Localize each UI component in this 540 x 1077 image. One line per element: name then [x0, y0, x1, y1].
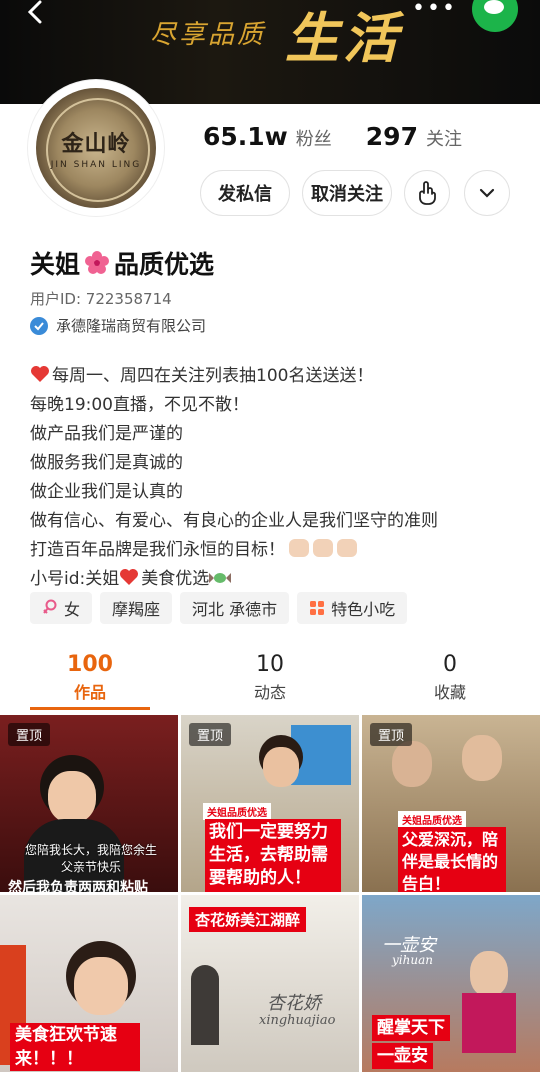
- video-title: 杏花娇美江湖醉: [189, 907, 307, 932]
- flower-emoji-icon: [85, 251, 110, 274]
- person-face-shape: [74, 957, 128, 1015]
- candy-emoji-icon: [209, 573, 232, 583]
- active-tab-indicator: [30, 707, 150, 710]
- following-count[interactable]: 297: [366, 122, 418, 151]
- video-caption: 美食狂欢节速来！！！: [10, 1023, 140, 1071]
- video-thumbnail[interactable]: 置顶 关姐品质优选 我们一定要努力生活，去帮助需要帮助的人！: [181, 715, 359, 892]
- verified-check-icon: [30, 316, 48, 335]
- bio-line: 打造百年品牌是我们永恒的目标！: [30, 536, 520, 565]
- pinned-badge: 置顶: [370, 723, 413, 746]
- pinned-badge: 置顶: [8, 723, 51, 746]
- profile-name-prefix: 关姐: [30, 250, 81, 279]
- bio-line: 做服务我们是真诚的: [30, 453, 183, 473]
- company-name: 承德隆瑞商贸有限公司: [56, 317, 207, 335]
- logo-subtext: yihuan: [392, 953, 433, 967]
- fist-emoji-icon: [337, 539, 357, 557]
- bio-line: 小号id:关姐 美食优选: [30, 565, 520, 594]
- video-thumbnail[interactable]: 杏花娇美江湖醉 杏花娇 xinghuajiao: [181, 895, 359, 1072]
- user-id[interactable]: 用户ID: 722358714: [30, 288, 172, 309]
- touch-gesture-button[interactable]: [404, 170, 450, 216]
- video-caption: 然后我负责两两和粘贴: [8, 880, 148, 892]
- heart-icon: [31, 366, 49, 382]
- video-thumbnail[interactable]: 美食狂欢节速来！！！: [0, 895, 178, 1072]
- tab-label: 收藏: [433, 683, 466, 702]
- banner-slogan: 尽享品质: [150, 20, 267, 50]
- tab-moments[interactable]: 10 动态: [210, 652, 330, 703]
- pointer-hand-icon: [419, 181, 436, 205]
- fist-emoji-icon: [289, 539, 309, 557]
- tab-count: 10: [256, 652, 284, 677]
- tab-count: 0: [443, 652, 457, 677]
- profile-card: 金山岭 JIN SHAN LING 65.1w 粉丝 297 关注 发私信 取消…: [0, 80, 540, 1077]
- calligraphy-text: 杏花娇: [267, 993, 321, 1014]
- tab-works[interactable]: 100 作品: [30, 652, 150, 703]
- profile-name-suffix: 品质优选: [114, 250, 215, 279]
- profile-tabs: 100 作品 10 动态 0 收藏: [0, 652, 540, 712]
- tag-category: 特色小吃: [297, 592, 408, 624]
- tag-location: 河北 承德市: [180, 592, 290, 624]
- avatar[interactable]: 金山岭 JIN SHAN LING: [28, 80, 164, 216]
- video-caption: 父爱深沉，陪伴是最长情的告白！: [398, 827, 506, 892]
- followers-label[interactable]: 粉丝: [296, 125, 332, 151]
- bio-line: 做产品我们是严谨的: [30, 424, 183, 444]
- bio-line: 做有信心、有爱心、有良心的企业人是我们坚守的准则: [30, 511, 438, 531]
- person-body-shape: [191, 965, 219, 1045]
- more-options-icon[interactable]: •••: [412, 0, 457, 21]
- person-face-shape: [392, 741, 432, 787]
- person-face-shape: [263, 747, 299, 787]
- profile-name: 关姐 品质优选: [30, 245, 214, 281]
- video-caption: 您陪我长大，我陪您余生: [24, 843, 157, 857]
- video-thumbnail[interactable]: 置顶 您陪我长大，我陪您余生 父亲节快乐 然后我负责两两和粘贴: [0, 715, 178, 892]
- video-thumbnail[interactable]: 一壶安 yihuan 醒掌天下 一壶安: [362, 895, 540, 1072]
- video-thumbnail[interactable]: 置顶 关姐品质优选 父爱深沉，陪伴是最长情的告白！: [362, 715, 540, 892]
- unfollow-button[interactable]: 取消关注: [302, 170, 392, 216]
- profile-tags: 女 摩羯座 河北 承德市 特色小吃: [30, 592, 415, 624]
- tag-zodiac: 摩羯座: [100, 592, 173, 624]
- verified-company[interactable]: 承德隆瑞商贸有限公司: [30, 315, 206, 336]
- followers-count[interactable]: 65.1w: [203, 122, 288, 151]
- video-caption: 我们一定要努力生活，去帮助需要帮助的人！: [205, 819, 341, 892]
- pinned-badge: 置顶: [189, 723, 232, 746]
- profile-stats: 65.1w 粉丝 297 关注: [203, 122, 462, 151]
- person-face-shape: [48, 771, 96, 823]
- bio-line: 做企业我们是认真的: [30, 482, 183, 502]
- wechat-icon[interactable]: [472, 0, 518, 32]
- bio-line: 每晚19:00直播，不见不散！: [30, 395, 249, 415]
- following-label[interactable]: 关注: [426, 125, 462, 151]
- back-arrow-icon[interactable]: [22, 0, 52, 28]
- brand-label: 关姐品质优选: [203, 803, 271, 820]
- tag-gender: 女: [30, 592, 93, 624]
- avatar-logo-text: 金山岭: [61, 131, 131, 157]
- expand-recommend-button[interactable]: [464, 170, 510, 216]
- person-body-shape: [462, 993, 516, 1053]
- grid-category-icon: [310, 601, 325, 615]
- heart-icon: [120, 569, 139, 585]
- tab-label: 动态: [253, 683, 286, 702]
- video-caption: 醒掌天下: [372, 1015, 450, 1041]
- chevron-down-icon: [479, 188, 495, 198]
- send-message-button[interactable]: 发私信: [200, 170, 290, 216]
- fist-emoji-icon: [313, 539, 333, 557]
- female-symbol-icon: [43, 599, 57, 614]
- person-face-shape: [462, 735, 502, 781]
- video-caption: 一壶安: [372, 1043, 433, 1069]
- banner-big-text: 生活: [285, 6, 401, 70]
- bio-line: 每周一、周四在关注列表抽100名送送送！: [30, 362, 520, 391]
- avatar-logo-subtext: JIN SHAN LING: [50, 160, 142, 170]
- tab-favorites[interactable]: 0 收藏: [390, 652, 510, 703]
- person-face-shape: [470, 951, 508, 997]
- profile-bio: 每周一、周四在关注列表抽100名送送送！ 每晚19:00直播，不见不散！ 做产品…: [30, 362, 520, 594]
- calligraphy-subtext: xinghuajiao: [259, 1013, 336, 1028]
- tab-label: 作品: [73, 683, 106, 702]
- tab-count: 100: [67, 652, 113, 677]
- video-caption: 父亲节快乐: [60, 860, 121, 874]
- brand-label: 关姐品质优选: [398, 811, 466, 828]
